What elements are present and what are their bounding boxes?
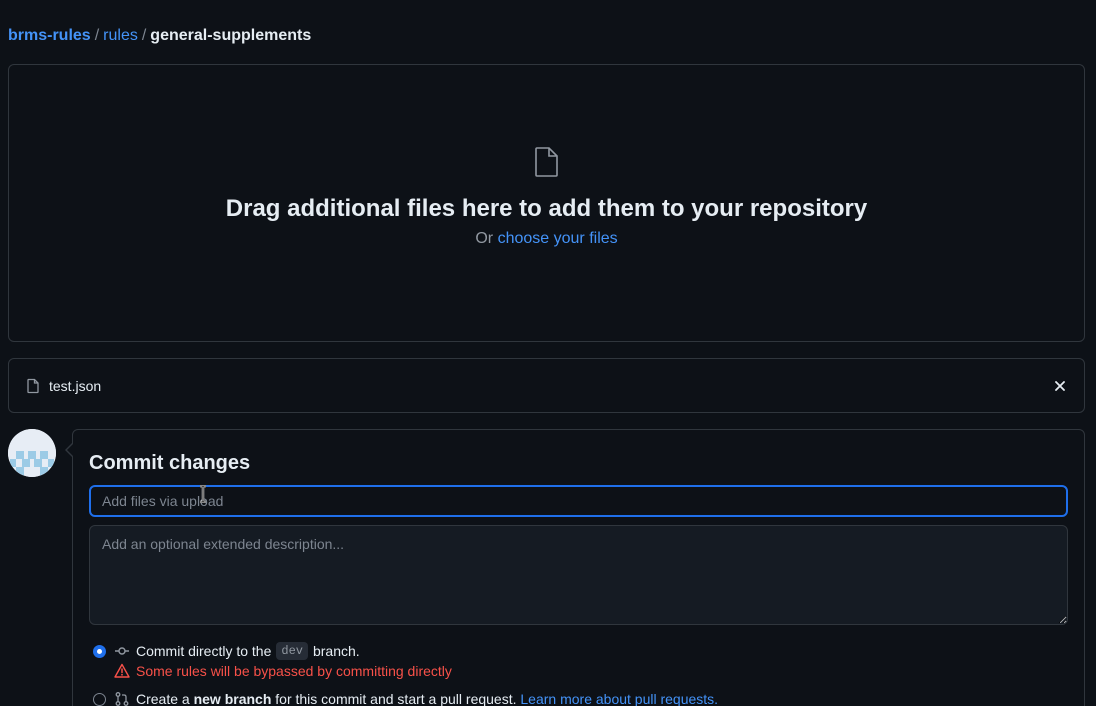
commit-title: Commit changes [89,452,251,474]
commit-summary-input[interactable] [89,485,1068,517]
dropzone-heading: Drag additional files here to add them t… [225,195,868,222]
new-branch-prefix: Create a [136,691,190,706]
uploaded-file-name: test.json [49,377,102,394]
branch-name: dev [276,642,308,660]
identicon [8,429,56,477]
file-dropzone[interactable]: Drag additional files here to add them t… [8,64,1085,342]
breadcrumb-dir-link[interactable]: rules [103,26,138,46]
new-branch-radio[interactable] [93,692,106,706]
new-branch-bold: new branch [193,691,272,706]
git-pull-request-icon [115,692,129,706]
dropzone-or-text: Or [475,230,498,247]
commit-direct-text-end: branch. [312,643,360,659]
learn-more-pull-requests-link[interactable]: Learn more about pull requests. [520,691,718,706]
avatar[interactable] [8,429,56,477]
bypass-warning-text: Some rules will be bypassed by committin… [136,663,452,679]
breadcrumb: brms-rules / rules / general-supplements [8,26,311,46]
choose-files-link[interactable]: choose your files [498,230,618,247]
close-icon[interactable] [1052,378,1068,394]
breadcrumb-separator: / [94,27,100,44]
breadcrumb-separator: / [141,27,147,44]
commit-direct-text: Commit directly to the [136,643,272,659]
new-branch-suffix: for this commit and start a pull request… [275,691,517,706]
git-commit-icon [115,647,129,655]
new-branch-option[interactable]: Create a new branch for this commit and … [93,691,718,706]
uploaded-file-row: test.json [8,358,1085,413]
commit-description-input[interactable] [89,525,1068,625]
commit-changes-panel: Commit changes Commit directly to the de… [65,429,1085,706]
alert-icon [114,663,130,678]
dropzone-subtext: Or choose your files [475,228,617,250]
file-icon [534,147,558,177]
file-icon [27,378,39,393]
commit-direct-radio[interactable] [93,644,106,658]
breadcrumb-repo-link[interactable]: brms-rules [8,26,91,46]
bypass-warning: Some rules will be bypassed by committin… [114,663,452,679]
commit-direct-option[interactable]: Commit directly to the dev branch. [93,642,360,660]
breadcrumb-current-dir: general-supplements [150,27,312,44]
